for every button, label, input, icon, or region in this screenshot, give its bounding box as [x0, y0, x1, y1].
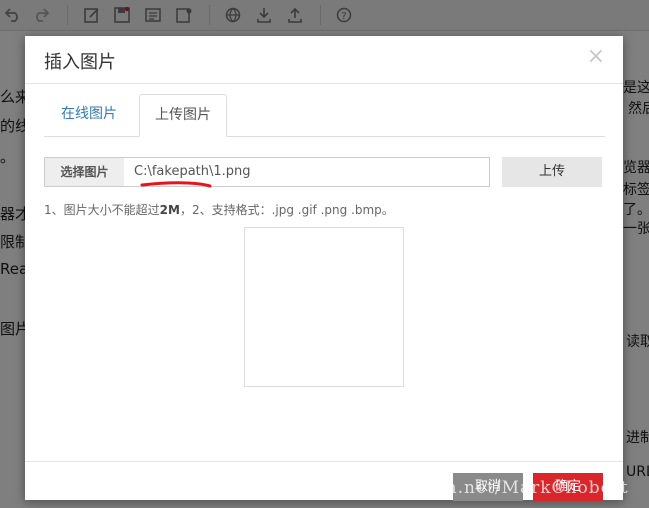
choose-image-button[interactable]: 选择图片 — [44, 157, 125, 187]
upload-hint: 1、图片大小不能超过2M，2、支持格式：.jpg .gif .png .bmp。 — [44, 201, 394, 218]
close-icon[interactable]: × — [587, 46, 605, 68]
hint-size-limit: 2M — [159, 203, 180, 217]
tab-upload-image[interactable]: 上传图片 — [139, 94, 227, 137]
hint-prefix: 1、图片大小不能超过 — [44, 203, 160, 217]
hint-formats: ，2、支持格式：.jpg .gif .png .bmp。 — [179, 203, 394, 217]
cancel-button[interactable]: 取消 — [453, 473, 523, 501]
image-source-tabs: 在线图片 上传图片 — [44, 94, 605, 137]
dialog-header: 插入图片 × — [25, 36, 623, 84]
dialog-title: 插入图片 — [44, 52, 116, 73]
red-underline-annotation — [140, 181, 212, 188]
confirm-button[interactable]: 确定 — [533, 473, 603, 501]
upload-button[interactable]: 上传 — [502, 157, 602, 187]
image-preview — [244, 227, 404, 387]
tab-online-image[interactable]: 在线图片 — [46, 94, 132, 134]
dialog-footer: 取消 确定 — [25, 461, 623, 501]
insert-image-dialog: 插入图片 × 在线图片 上传图片 选择图片 C:\fakepath\1.png … — [25, 36, 623, 501]
